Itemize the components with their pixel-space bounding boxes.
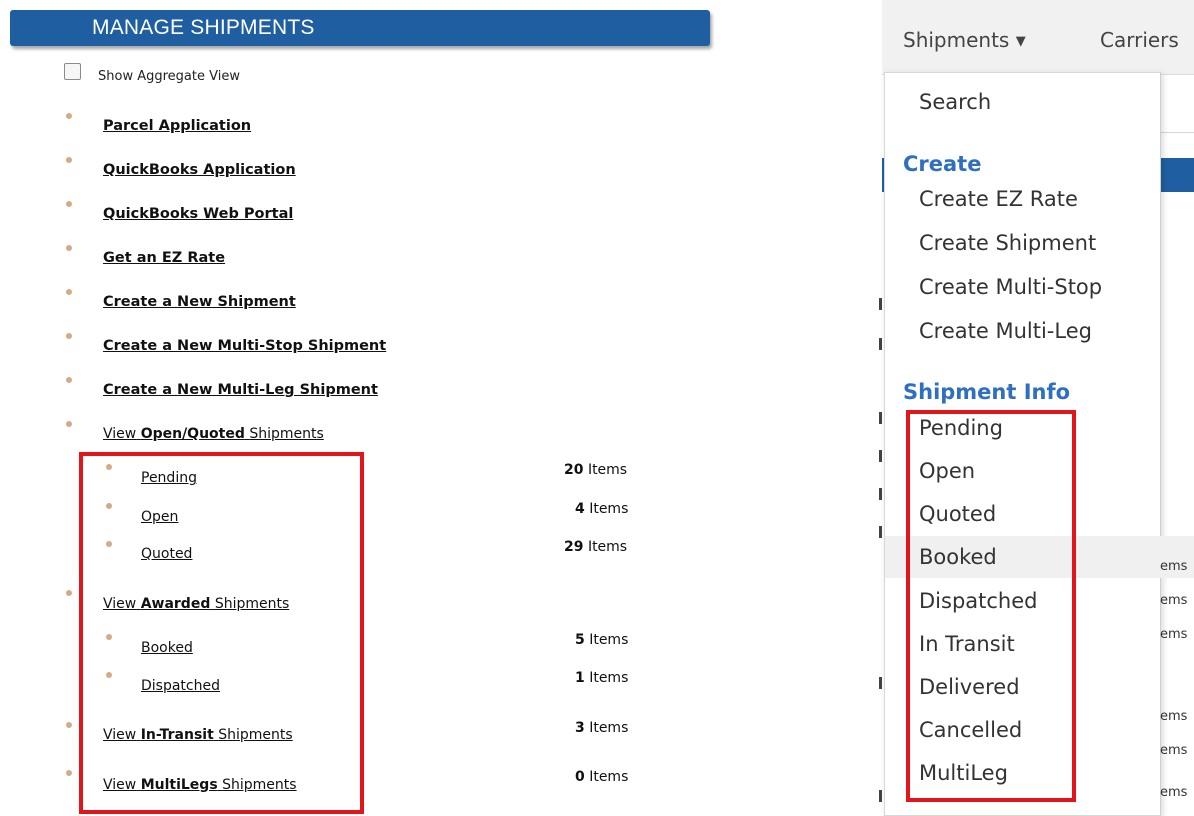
- bullet-icon: [66, 333, 72, 339]
- bullet-icon: [66, 201, 72, 207]
- nav-shipments-menu[interactable]: Shipments ▼: [903, 28, 1026, 52]
- menu-item-create-ez-rate[interactable]: Create EZ Rate: [919, 187, 1078, 211]
- page-title: MANAGE SHIPMENTS: [92, 16, 315, 39]
- caret-down-icon: ▼: [1015, 34, 1026, 49]
- aggregate-view-checkbox[interactable]: [64, 63, 81, 80]
- link-quickbooks-application[interactable]: QuickBooks Application: [103, 162, 296, 178]
- booked-count: 5 Items: [575, 632, 629, 648]
- bullet-icon: [66, 289, 72, 295]
- link-get-ez-rate[interactable]: Get an EZ Rate: [103, 250, 225, 266]
- background-text-fragment: [879, 338, 882, 350]
- bullet-icon: [66, 590, 72, 596]
- menu-item-create-shipment[interactable]: Create Shipment: [919, 231, 1096, 255]
- background-text-fragment: ems: [1160, 627, 1188, 642]
- background-divider: [1158, 132, 1194, 133]
- menu-header-create: Create: [903, 152, 982, 176]
- menu-item-create-multi-stop[interactable]: Create Multi-Stop: [919, 275, 1102, 299]
- nav-carriers-menu[interactable]: Carriers: [1100, 28, 1179, 52]
- menu-item-search[interactable]: Search: [919, 90, 991, 114]
- background-text-fragment: ems: [1160, 785, 1188, 800]
- bullet-icon: [66, 722, 72, 728]
- background-text-fragment: ems: [1160, 743, 1188, 758]
- link-quickbooks-web-portal[interactable]: QuickBooks Web Portal: [103, 206, 293, 222]
- background-text-fragment: [879, 488, 882, 500]
- link-parcel-application[interactable]: Parcel Application: [103, 118, 251, 134]
- background-header-bar: [1158, 158, 1194, 192]
- background-text-fragment: ems: [1160, 593, 1188, 608]
- background-text-fragment: [879, 790, 882, 802]
- multilegs-count: 0 Items: [575, 769, 629, 785]
- pending-count: 20 Items: [564, 462, 628, 478]
- background-text-fragment: [879, 412, 882, 424]
- highlight-box: [79, 452, 364, 814]
- background-text-fragment: [879, 450, 882, 462]
- aggregate-view-label: Show Aggregate View: [98, 69, 240, 84]
- bullet-icon: [66, 113, 72, 119]
- bullet-icon: [66, 157, 72, 163]
- menu-header-shipment-info: Shipment Info: [903, 380, 1071, 404]
- open-count: 4 Items: [575, 501, 629, 517]
- bullet-icon: [66, 245, 72, 251]
- dispatched-count: 1 Items: [575, 670, 629, 686]
- in-transit-count: 3 Items: [575, 720, 629, 736]
- link-create-new-shipment[interactable]: Create a New Shipment: [103, 294, 296, 310]
- bullet-icon: [66, 770, 72, 776]
- menu-item-create-multi-leg[interactable]: Create Multi-Leg: [919, 319, 1092, 343]
- background-text-fragment: ems: [1160, 709, 1188, 724]
- background-text-fragment: [879, 298, 882, 310]
- highlight-box: [906, 410, 1076, 802]
- background-text-fragment: [879, 677, 882, 689]
- background-text-fragment: [879, 526, 882, 538]
- background-text-fragment: ems: [1160, 559, 1188, 574]
- bullet-icon: [66, 377, 72, 383]
- link-create-multi-stop[interactable]: Create a New Multi-Stop Shipment: [103, 338, 386, 354]
- bullet-icon: [66, 421, 72, 427]
- quoted-count: 29 Items: [564, 539, 628, 555]
- link-view-open-quoted[interactable]: View Open/Quoted Shipments: [103, 426, 324, 442]
- link-create-multi-leg[interactable]: Create a New Multi-Leg Shipment: [103, 382, 378, 398]
